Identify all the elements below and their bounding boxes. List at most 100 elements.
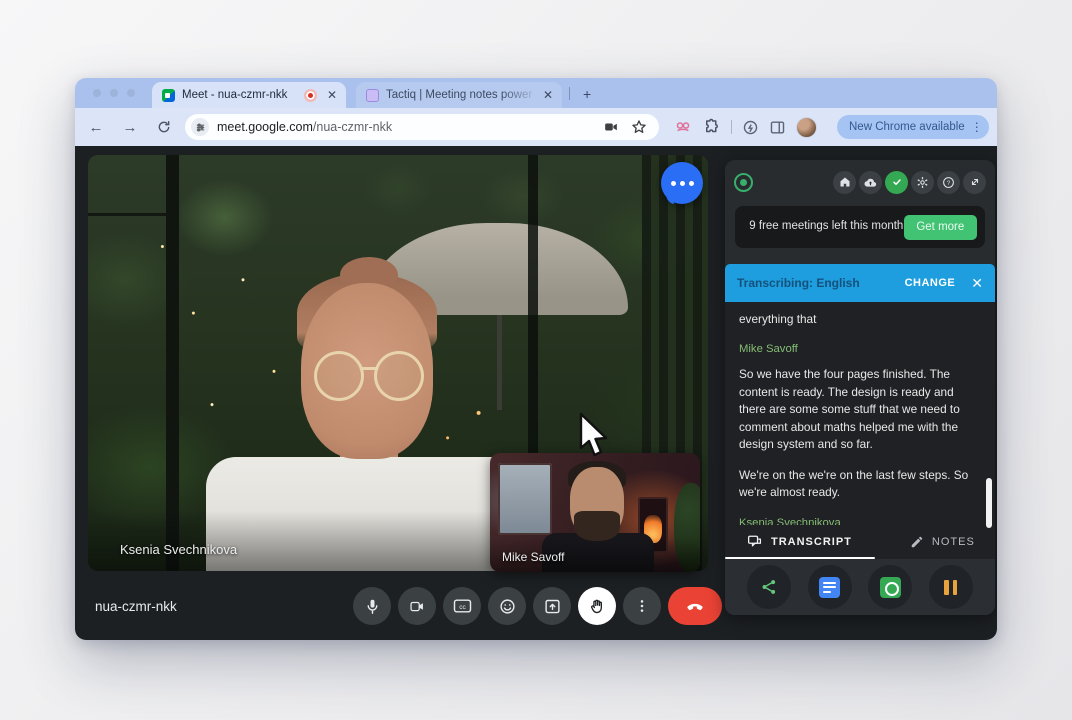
export-to-docs-button[interactable] — [808, 565, 852, 609]
transcript-line: We're on the we're on the last few steps… — [739, 467, 981, 502]
meeting-code: nua-czmr-nkk — [95, 599, 177, 614]
window-frame — [166, 155, 179, 571]
tab-meet[interactable]: Meet - nua-czmr-nkk ✕ — [152, 82, 346, 108]
microphone-icon — [364, 598, 381, 615]
close-banner-icon[interactable]: ✕ — [971, 275, 983, 292]
quota-text: 9 free meetings left this month — [749, 219, 904, 235]
reactions-button[interactable] — [488, 587, 526, 625]
svg-text:?: ? — [947, 180, 951, 186]
resize-diagonal-icon — [969, 176, 981, 188]
close-tab-icon[interactable]: ✕ — [543, 88, 553, 102]
sidebar-tabs: TRANSCRIPT NOTES — [725, 525, 995, 559]
tab-divider — [569, 87, 570, 100]
camera-access-icon[interactable] — [603, 120, 619, 134]
raise-hand-button[interactable] — [578, 587, 616, 625]
recording-indicator-icon — [304, 89, 317, 102]
chrome-update-button[interactable]: New Chrome available ⋮ — [837, 115, 989, 139]
back-button[interactable]: ← — [83, 114, 109, 140]
get-more-button[interactable]: Get more — [904, 215, 977, 240]
window-controls[interactable] — [93, 89, 135, 97]
side-panel-icon[interactable] — [769, 119, 786, 136]
tactiq-favicon — [366, 89, 379, 102]
tab-notes[interactable]: NOTES — [910, 535, 975, 549]
end-call-button[interactable] — [668, 587, 722, 625]
pip-video-tile[interactable]: Mike Savoff — [490, 453, 700, 572]
site-settings-icon[interactable] — [191, 118, 209, 136]
zoom-window-button[interactable] — [127, 89, 135, 97]
chrome-menu-icon[interactable]: ⋮ — [971, 120, 983, 134]
cloud-upload-icon — [864, 177, 877, 188]
tab-strip: Meet - nua-czmr-nkk ✕ Tactiq | Meeting n… — [75, 78, 997, 108]
change-language-button[interactable]: CHANGE — [905, 277, 956, 289]
tab-tactiq[interactable]: Tactiq | Meeting notes power ✕ — [356, 82, 562, 108]
tab-transcript[interactable]: TRANSCRIPT — [747, 535, 852, 549]
pause-transcription-button[interactable] — [929, 565, 973, 609]
home-icon — [839, 176, 851, 188]
more-options-button[interactable] — [623, 587, 661, 625]
emoji-icon — [499, 598, 516, 615]
pip-participant-name: Mike Savoff — [502, 550, 564, 564]
pause-icon — [944, 580, 957, 595]
camera-icon — [408, 599, 426, 614]
reload-button[interactable] — [151, 114, 177, 140]
transcript-speaker: Mike Savoff — [739, 343, 981, 355]
active-tab-underline — [725, 557, 875, 560]
browser-window: Meet - nua-czmr-nkk ✕ Tactiq | Meeting n… — [75, 78, 997, 640]
share-button[interactable] — [747, 565, 791, 609]
url-path: /nua-czmr-nkk — [313, 120, 392, 134]
url-domain: meet.google.com — [217, 120, 313, 134]
main-participant-name: Ksenia Svechnikova — [120, 542, 237, 557]
transcribing-banner: Transcribing: English CHANGE ✕ — [725, 264, 995, 302]
pip-participant-beard — [574, 511, 620, 541]
tactiq-logo-icon — [734, 173, 753, 192]
screenshot-button[interactable] — [868, 565, 912, 609]
camera-button[interactable] — [398, 587, 436, 625]
privacy-shield-button[interactable] — [885, 171, 908, 194]
chat-bubble-button[interactable] — [661, 162, 703, 204]
transcript-line: So we have the four pages finished. The … — [739, 366, 981, 453]
chat-icon — [747, 535, 763, 549]
google-docs-icon — [819, 577, 840, 598]
browser-toolbar: ← → meet.google.com/nua-czmr-nkk New Chr… — [75, 108, 997, 146]
new-tab-button[interactable]: + — [583, 86, 591, 102]
bookmark-star-icon[interactable] — [631, 119, 647, 135]
tactiq-sidebar: ? 9 free meetings left this month Get mo… — [725, 160, 995, 615]
close-window-button[interactable] — [93, 89, 101, 97]
profile-avatar[interactable] — [796, 117, 817, 138]
screenshot-camera-icon — [880, 577, 901, 598]
extension-pink-icon[interactable] — [673, 118, 693, 136]
end-call-icon — [685, 596, 705, 616]
close-tab-icon[interactable]: ✕ — [327, 88, 337, 102]
present-screen-icon — [544, 598, 561, 615]
transcript-panel[interactable]: everything that Mike Savoff So we have t… — [725, 302, 995, 525]
tactiq-header: ? — [725, 164, 995, 200]
captions-button[interactable]: cc — [443, 587, 481, 625]
address-bar[interactable]: meet.google.com/nua-czmr-nkk — [185, 114, 659, 140]
forward-button[interactable]: → — [117, 114, 143, 140]
raise-hand-icon — [589, 598, 606, 615]
transcript-speaker: Ksenia Svechnikova — [739, 517, 981, 525]
gear-icon — [916, 176, 929, 189]
snowy-window — [498, 463, 552, 535]
transcript-line: everything that — [739, 311, 981, 328]
settings-button[interactable] — [911, 171, 934, 194]
tab-title: Meet - nua-czmr-nkk — [182, 89, 298, 101]
extension-lens-icon[interactable] — [742, 119, 759, 136]
upload-button[interactable] — [859, 171, 882, 194]
transcribing-label: Transcribing: English — [737, 276, 860, 290]
share-icon — [760, 578, 778, 596]
minimize-window-button[interactable] — [110, 89, 118, 97]
extensions-puzzle-icon[interactable] — [703, 118, 721, 136]
sidebar-actions — [725, 559, 995, 615]
sidebar-scrollbar[interactable] — [986, 478, 992, 528]
home-button[interactable] — [833, 171, 856, 194]
present-button[interactable] — [533, 587, 571, 625]
shield-check-icon — [891, 176, 903, 188]
meet-page: Ksenia Svechnikova Mike Savoff nua-czmr-… — [75, 146, 997, 640]
help-icon: ? — [942, 176, 955, 189]
mouse-cursor — [578, 412, 612, 460]
collapse-panel-button[interactable] — [963, 171, 986, 194]
svg-text:cc: cc — [459, 604, 466, 611]
microphone-button[interactable] — [353, 587, 391, 625]
help-button[interactable]: ? — [937, 171, 960, 194]
